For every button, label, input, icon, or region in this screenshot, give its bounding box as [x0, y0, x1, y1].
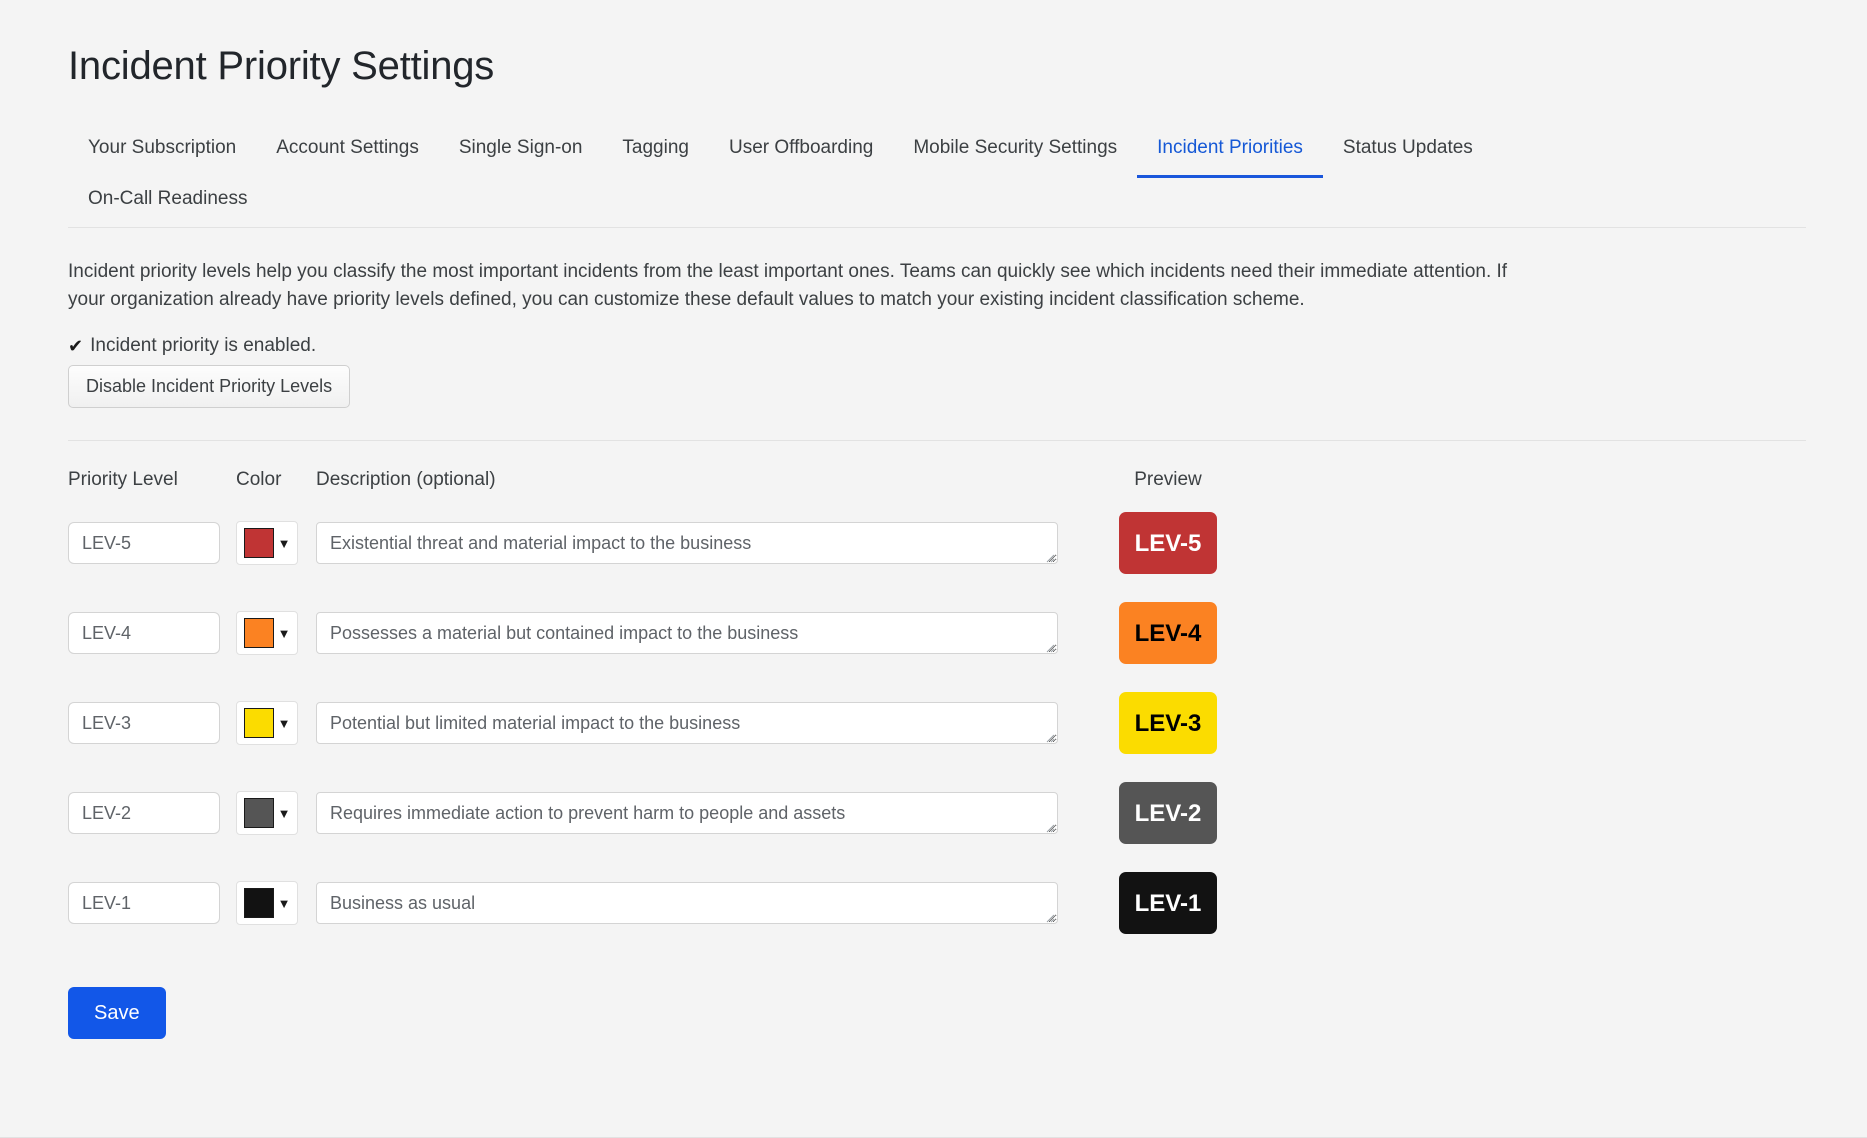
chevron-down-icon[interactable]: ▼ [278, 537, 291, 550]
save-button[interactable]: Save [68, 987, 166, 1040]
color-swatch [243, 798, 274, 829]
tab-incident-priorities[interactable]: Incident Priorities [1137, 126, 1323, 178]
preview-cell: LEV-5 [1098, 512, 1238, 575]
color-picker[interactable]: ▼ [236, 791, 298, 836]
priority-preview-badge: LEV-2 [1119, 782, 1217, 845]
priority-level-input[interactable] [68, 792, 220, 835]
description-cell: Requires immediate action to prevent har… [316, 792, 1068, 835]
color-swatch [243, 708, 274, 739]
description-wrapper: Potential but limited material impact to… [316, 702, 1058, 745]
color-cell: ▼ [236, 521, 316, 566]
chevron-down-icon[interactable]: ▼ [278, 897, 291, 910]
section-divider [68, 440, 1806, 442]
description-input[interactable]: Requires immediate action to prevent har… [316, 792, 1058, 835]
disable-incident-priority-button[interactable]: Disable Incident Priority Levels [68, 365, 351, 409]
priority-preview-badge: LEV-5 [1119, 512, 1217, 575]
color-cell: ▼ [236, 791, 316, 836]
color-cell: ▼ [236, 611, 316, 656]
column-header-description: Description (optional) [316, 469, 496, 491]
description-cell: Existential threat and material impact t… [316, 522, 1068, 565]
priority-enabled-label: Incident priority is enabled. [90, 335, 317, 357]
color-picker[interactable]: ▼ [236, 881, 298, 926]
tab-single-sign-on[interactable]: Single Sign-on [439, 126, 603, 178]
priority-level-input[interactable] [68, 882, 220, 925]
priority-table-header: Priority Level Color Description (option… [68, 469, 1807, 491]
description-cell: Possesses a material but contained impac… [316, 612, 1068, 655]
color-swatch [243, 888, 274, 919]
priority-row: ▼ Potential but limited material impact t… [68, 685, 1807, 761]
preview-cell: LEV-4 [1098, 602, 1238, 665]
color-picker[interactable]: ▼ [236, 611, 298, 656]
priority-level-input[interactable] [68, 612, 220, 655]
color-picker[interactable]: ▼ [236, 701, 298, 746]
priority-enabled-status: ✔ Incident priority is enabled. [68, 335, 1807, 357]
color-cell: ▼ [236, 701, 316, 746]
priority-level-input[interactable] [68, 702, 220, 745]
description-wrapper: Existential threat and material impact t… [316, 522, 1058, 565]
priority-preview-badge: LEV-4 [1119, 602, 1217, 665]
description-input[interactable]: Business as usual [316, 882, 1058, 925]
column-header-priority-level: Priority Level [68, 469, 178, 491]
color-swatch [243, 618, 274, 649]
description-wrapper: Business as usual [316, 882, 1058, 925]
description-input[interactable]: Possesses a material but contained impac… [316, 612, 1058, 655]
chevron-down-icon[interactable]: ▼ [278, 807, 291, 820]
priority-level-cell [68, 792, 236, 835]
column-header-color: Color [236, 469, 282, 491]
preview-cell: LEV-2 [1098, 782, 1238, 845]
description-wrapper: Possesses a material but contained impac… [316, 612, 1058, 655]
page-title: Incident Priority Settings [68, 44, 495, 88]
description-input[interactable]: Existential threat and material impact t… [316, 522, 1058, 565]
tab-account-settings[interactable]: Account Settings [256, 126, 439, 178]
check-icon: ✔ [68, 336, 84, 357]
tab-user-offboarding[interactable]: User Offboarding [709, 126, 893, 178]
preview-cell: LEV-1 [1098, 872, 1238, 935]
priority-preview-badge: LEV-1 [1119, 872, 1217, 935]
description-cell: Potential but limited material impact to… [316, 702, 1068, 745]
column-header-preview: Preview [1134, 469, 1202, 491]
priority-row: ▼ Requires immediate action to prevent ha… [68, 775, 1807, 851]
tab-your-subscription[interactable]: Your Subscription [68, 126, 256, 178]
color-swatch [243, 528, 274, 559]
settings-page: Incident Priority Settings Your Subscrip… [0, 0, 1867, 1138]
tab-mobile-security-settings[interactable]: Mobile Security Settings [893, 126, 1137, 178]
chevron-down-icon[interactable]: ▼ [278, 717, 291, 730]
description-wrapper: Requires immediate action to prevent har… [316, 792, 1058, 835]
tab-status-updates[interactable]: Status Updates [1323, 126, 1493, 178]
tab-tagging[interactable]: Tagging [602, 126, 709, 178]
priority-row: ▼ Existential threat and material impact … [68, 505, 1807, 581]
priority-description: Incident priority levels help you classi… [68, 261, 1508, 310]
priority-level-cell [68, 882, 236, 925]
description-input[interactable]: Potential but limited material impact to… [316, 702, 1058, 745]
color-cell: ▼ [236, 881, 316, 926]
color-picker[interactable]: ▼ [236, 521, 298, 566]
priority-level-input[interactable] [68, 522, 220, 565]
tab-on-call-readiness[interactable]: On-Call Readiness [68, 177, 267, 229]
priority-row: ▼ Possesses a material but contained impa… [68, 595, 1807, 671]
priority-level-cell [68, 612, 236, 655]
preview-cell: LEV-3 [1098, 692, 1238, 755]
priority-row: ▼ Business as usual LEV-1 [68, 865, 1807, 941]
description-cell: Business as usual [316, 882, 1068, 925]
priority-level-cell [68, 702, 236, 745]
settings-tab-bar: Your Subscription Account Settings Single … [68, 126, 1806, 229]
priority-level-cell [68, 522, 236, 565]
priority-preview-badge: LEV-3 [1119, 692, 1217, 755]
priority-rows: ▼ Existential threat and material impact … [68, 505, 1807, 941]
chevron-down-icon[interactable]: ▼ [278, 627, 291, 640]
